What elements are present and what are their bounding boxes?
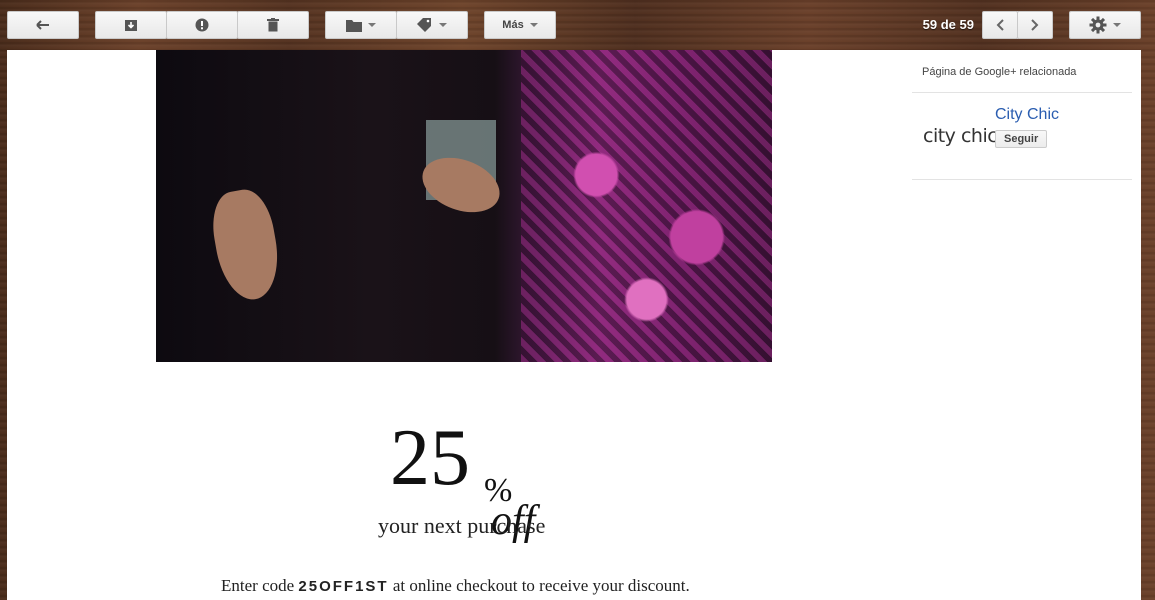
brand-logo[interactable]: city chic	[923, 125, 998, 147]
promo-amount: 25	[390, 414, 470, 502]
chevron-down-icon	[368, 23, 376, 27]
follow-button[interactable]: Seguir	[995, 130, 1048, 148]
hero-image	[156, 50, 772, 362]
hero-image-hand	[206, 185, 286, 305]
chevron-left-icon	[996, 19, 1004, 31]
message-count: 59 de 59	[922, 17, 974, 32]
delete-button[interactable]	[237, 11, 309, 39]
promo-code-suffix: at online checkout to receive your disco…	[392, 576, 690, 595]
older-button[interactable]	[1017, 11, 1053, 39]
more-label: Más	[502, 19, 524, 31]
newer-button[interactable]	[982, 11, 1018, 39]
chevron-down-icon	[529, 23, 538, 27]
move-to-button[interactable]	[325, 11, 397, 39]
message-panel: 25 % off your next purchase Enter code 2…	[7, 50, 1141, 600]
labels-button[interactable]	[396, 11, 468, 39]
archive-button[interactable]	[95, 11, 167, 39]
chevron-down-icon	[439, 23, 447, 27]
more-button[interactable]: Más	[484, 11, 556, 39]
archive-icon	[125, 20, 137, 31]
promo-code-line: Enter code 25OFF1ST at online checkout t…	[221, 576, 690, 596]
spam-icon	[195, 18, 209, 32]
brand-name-link[interactable]: City Chic	[995, 106, 1059, 124]
label-icon	[417, 18, 431, 32]
chevron-right-icon	[1031, 19, 1039, 31]
back-arrow-icon	[36, 20, 49, 30]
gear-icon	[1089, 16, 1107, 34]
report-spam-button[interactable]	[166, 11, 238, 39]
settings-button[interactable]	[1069, 11, 1141, 39]
folder-icon	[346, 19, 362, 32]
divider	[912, 179, 1132, 180]
promo-subtitle: your next purchase	[378, 513, 546, 538]
promo-code: 25OFF1ST	[298, 578, 389, 595]
promo-code-prefix: Enter code	[221, 576, 295, 595]
trash-icon	[267, 18, 279, 32]
hero-image-pattern	[521, 50, 772, 362]
chevron-down-icon	[1113, 23, 1121, 27]
divider	[912, 92, 1132, 93]
related-page-title: Página de Google+ relacionada	[922, 66, 1077, 78]
back-button[interactable]	[7, 11, 79, 39]
